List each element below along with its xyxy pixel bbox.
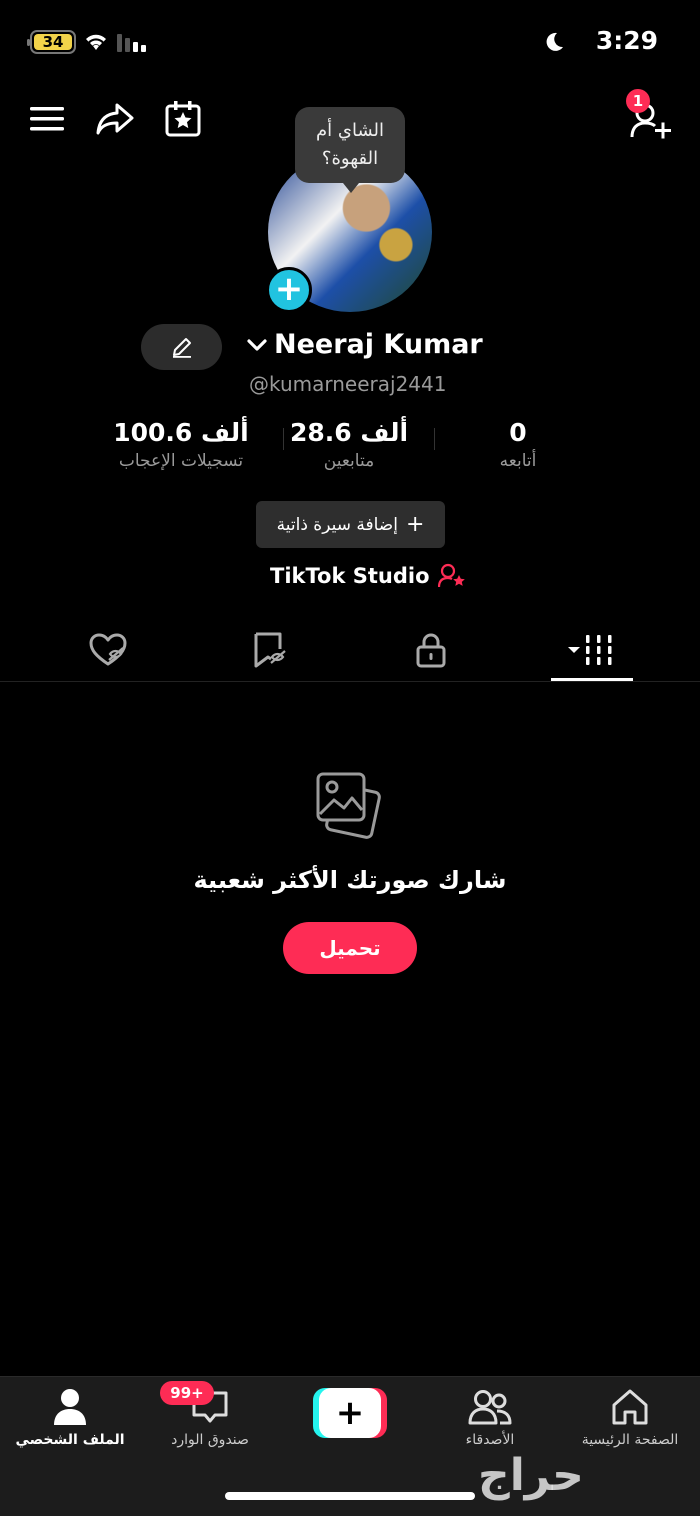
grid-dropdown-icon: [568, 635, 612, 665]
chevron-down-icon: [247, 338, 267, 351]
nav-profile[interactable]: الملف الشخصي: [0, 1386, 140, 1448]
note-line-1: الشاي أم: [316, 120, 384, 141]
add-bio-button[interactable]: + إضافة سيرة ذاتية: [256, 501, 445, 548]
nav-inbox-label: صندوق الوارد: [171, 1432, 249, 1448]
following-label: أتابعه: [499, 451, 537, 471]
likes-stat[interactable]: 100.6 ألف تسجيلات الإعجاب: [98, 418, 264, 471]
signal-icon: [117, 32, 151, 56]
nav-home-label: الصفحة الرئيسية: [581, 1432, 679, 1448]
plus-icon: +: [405, 511, 425, 537]
tabs-divider: [0, 681, 700, 682]
battery-indicator: 34: [27, 30, 76, 54]
share-icon: [96, 103, 134, 135]
followers-count: 28.6 ألف: [289, 418, 409, 447]
friends-icon: [468, 1390, 512, 1425]
add-bio-label: إضافة سيرة ذاتية: [276, 514, 398, 535]
person-icon: [54, 1389, 86, 1425]
studio-label: TikTok Studio: [270, 564, 430, 588]
follow-request-badge: 1: [626, 89, 650, 113]
photos-icon: [314, 770, 388, 848]
followers-label: متابعين: [323, 451, 375, 471]
edit-profile-button[interactable]: [141, 324, 222, 370]
tiktok-studio-link[interactable]: TikTok Studio: [270, 563, 466, 589]
inbox-badge: 99+: [160, 1381, 214, 1405]
tab-videos[interactable]: [542, 628, 642, 672]
home-indicator[interactable]: [225, 1492, 475, 1500]
events-calendar-button[interactable]: [162, 100, 204, 138]
following-stat[interactable]: 0 أتابعه: [468, 418, 568, 471]
tab-favorites[interactable]: [220, 628, 320, 672]
hidden-bookmark-icon: [254, 632, 286, 668]
share-button[interactable]: [94, 100, 136, 138]
note-line-2: القهوة؟: [321, 148, 379, 169]
account-switcher[interactable]: Neeraj Kumar: [246, 329, 483, 360]
create-button[interactable]: +: [313, 1388, 387, 1438]
pencil-icon: [172, 338, 191, 358]
battery-level: 34: [34, 34, 72, 50]
nav-profile-label: الملف الشخصي: [15, 1432, 125, 1448]
home-icon: [612, 1389, 648, 1425]
stat-divider: [434, 428, 435, 450]
menu-button[interactable]: [28, 102, 66, 136]
likes-label: تسجيلات الإعجاب: [118, 451, 244, 471]
empty-state-title: شارك صورتك الأكثر شعبية: [193, 866, 507, 894]
nav-home[interactable]: الصفحة الرئيسية: [560, 1386, 700, 1448]
wifi-icon: [84, 32, 108, 56]
following-count: 0: [509, 418, 527, 447]
nav-friends-label: الأصدقاء: [465, 1432, 515, 1448]
status-time: 3:29: [595, 26, 658, 55]
calendar-star-icon: [165, 101, 201, 137]
hidden-heart-icon: [89, 633, 127, 666]
nav-friends[interactable]: الأصدقاء: [420, 1386, 560, 1448]
followers-stat[interactable]: 28.6 ألف متابعين: [282, 418, 416, 471]
watermark: حراج: [478, 1450, 584, 1501]
creator-star-icon: [437, 563, 465, 588]
lock-icon: [416, 633, 446, 668]
tab-private[interactable]: [381, 628, 481, 672]
note-bubble[interactable]: الشاي أم القهوة؟: [295, 107, 405, 193]
upload-button[interactable]: تحميل: [283, 922, 417, 974]
plus-icon: +: [319, 1388, 381, 1438]
moon-icon: [543, 31, 565, 57]
tab-liked[interactable]: [58, 628, 158, 672]
likes-count: 100.6 ألف: [113, 418, 249, 447]
display-name: Neeraj Kumar: [274, 329, 483, 360]
username: @kumarneeraj2441: [249, 372, 447, 396]
add-story-button[interactable]: +: [266, 267, 312, 313]
hamburger-icon: [30, 107, 64, 131]
